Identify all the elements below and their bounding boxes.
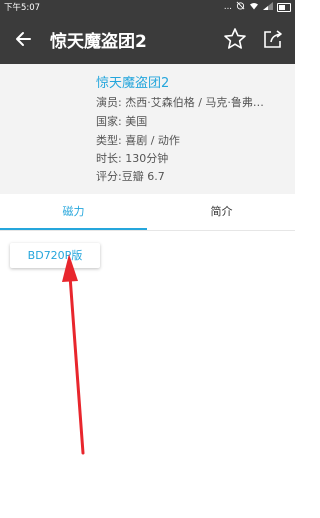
app-bar: 惊天魔盗团2 — [0, 14, 295, 64]
movie-genre: 类型: 喜剧 / 动作 — [96, 134, 180, 147]
tab-intro[interactable]: 简介 — [148, 194, 295, 230]
status-icons: ... — [224, 1, 291, 13]
movie-duration: 时长: 130分钟 — [96, 152, 169, 165]
back-arrow-icon[interactable] — [10, 25, 38, 53]
wifi-icon — [249, 2, 259, 13]
tab-magnet[interactable]: 磁力 — [0, 194, 147, 230]
movie-country: 国家: 美国 — [96, 115, 148, 128]
page-title: 惊天魔盗团2 — [50, 32, 147, 52]
active-tab-indicator — [0, 228, 147, 230]
movie-name: 惊天魔盗团2 — [96, 76, 170, 91]
share-icon[interactable] — [259, 25, 287, 53]
movie-info-panel: 惊天魔盗团2 演员: 杰西·艾森伯格 / 马克·鲁弗… 国家: 美国 类型: 喜… — [0, 64, 295, 194]
status-time: 下午5:07 — [4, 3, 41, 13]
favorite-star-icon[interactable] — [221, 25, 249, 53]
alarm-icon — [236, 1, 245, 13]
magnet-list: BD720P版 — [0, 231, 295, 518]
more-dots-icon: ... — [223, 2, 232, 12]
tab-bar: 磁力 简介 — [0, 194, 295, 231]
battery-icon — [277, 3, 291, 12]
magnet-item-button[interactable]: BD720P版 — [10, 243, 100, 268]
signal-icon — [263, 1, 273, 13]
movie-cast: 演员: 杰西·艾森伯格 / 马克·鲁弗… — [96, 96, 264, 109]
movie-rating: 评分:豆瓣 6.7 — [96, 170, 165, 183]
status-bar: 下午5:07 ... — [0, 0, 295, 14]
